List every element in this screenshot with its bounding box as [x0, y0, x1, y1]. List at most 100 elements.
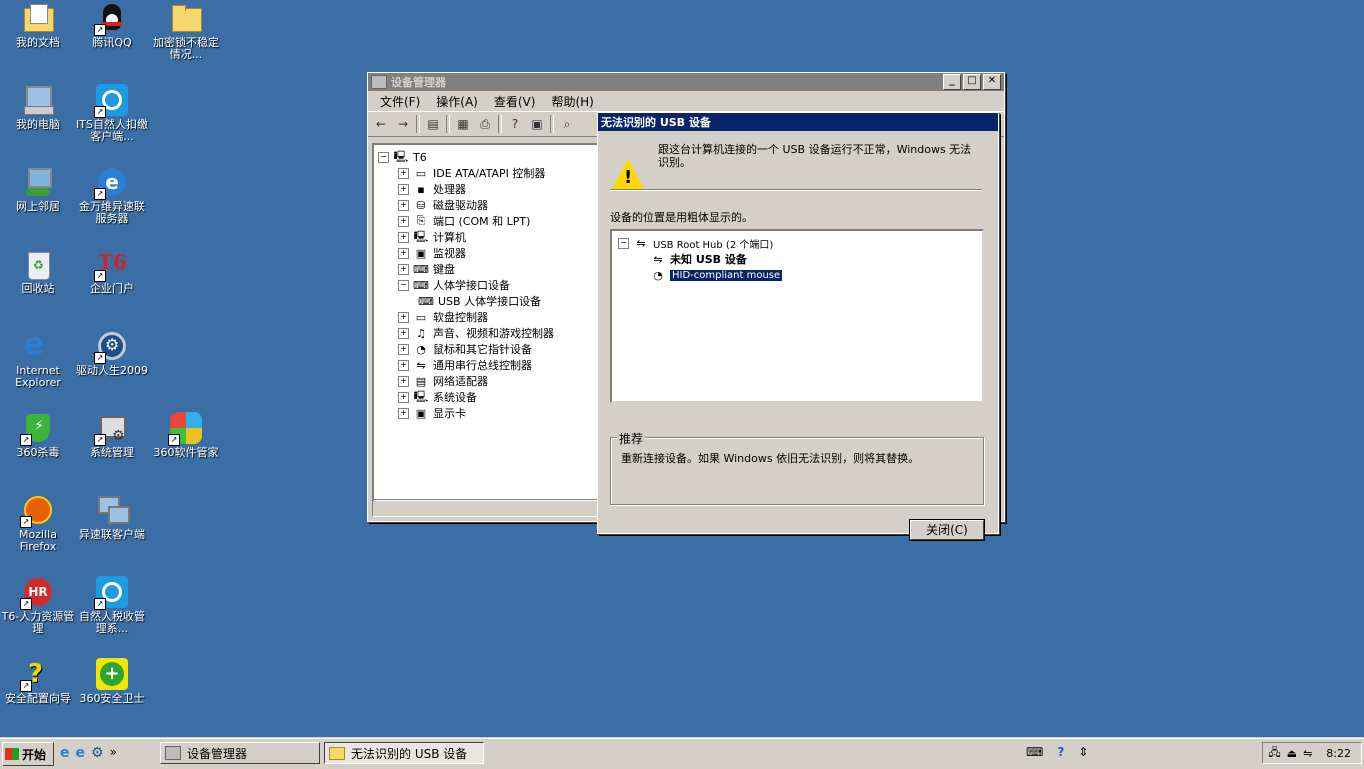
expand-icon[interactable]: +	[398, 247, 409, 259]
safely-remove-hardware-icon[interactable]: ⏏	[1287, 747, 1297, 760]
expand-icon[interactable]: +	[398, 343, 409, 355]
driver-quicklaunch-icon[interactable]: ⚙	[91, 745, 104, 761]
network-adapter-icon: ▤	[415, 374, 427, 388]
tree-item[interactable]: + ⌨ 键盘	[378, 261, 602, 277]
keyboard-icon[interactable]: ⌨	[1026, 745, 1043, 759]
tree-item[interactable]: + ♫ 声音、视频和游戏控制器	[378, 325, 602, 341]
recommend-text: 重新连接设备。如果 Windows 依旧无法识别，则将其替换。	[621, 452, 920, 465]
quicklaunch-more-icon[interactable]: »	[110, 745, 117, 761]
ie-quicklaunch-icon[interactable]: e	[60, 745, 70, 761]
start-button[interactable]: 开始	[2, 742, 54, 766]
desktop-icon-360-software[interactable]: ↗ 360软件管家	[148, 412, 224, 459]
tree-item[interactable]: + ⎘ 端口 (COM 和 LPT)	[378, 213, 602, 229]
tree-item[interactable]: + ▭ IDE ATA/ATAPI 控制器	[378, 165, 602, 181]
help-icon[interactable]: ?	[506, 115, 524, 133]
menu-file[interactable]: 文件(F)	[372, 93, 428, 110]
show-hide-tree-icon[interactable]: ▤	[424, 115, 442, 133]
ie-quicklaunch-icon-2[interactable]: e	[76, 745, 86, 761]
collapse-icon[interactable]: −	[378, 151, 389, 163]
menu-view[interactable]: 查看(V)	[486, 93, 544, 110]
properties-icon[interactable]: ▦	[454, 115, 472, 133]
help-circle-icon[interactable]: ?	[1057, 745, 1064, 759]
menu-help[interactable]: 帮助(H)	[543, 93, 601, 110]
qq-penguin-icon: ↗	[94, 2, 128, 36]
recommend-groupbox: 推荐 重新连接设备。如果 Windows 依旧无法识别，则将其替换。	[610, 430, 984, 505]
desktop-icon-its[interactable]: ↗ ITS自然人扣缴客户端...	[74, 84, 150, 143]
desktop-icon-internet-explorer[interactable]: e Internet Explorer	[0, 330, 76, 389]
expand-icon[interactable]: +	[398, 359, 409, 371]
tree-usb-hub[interactable]: − ⇋ USB Root Hub (2 个端口)	[618, 235, 773, 251]
view-icon[interactable]: ▣	[528, 115, 546, 133]
tree-item[interactable]: ⌨ USB 人体学接口设备	[378, 293, 602, 309]
desktop-icon-my-documents[interactable]: 我的文档	[0, 2, 76, 49]
expand-icon[interactable]: +	[398, 391, 409, 403]
expand-icon[interactable]: +	[398, 199, 409, 211]
desktop-icon-natural-person-tax[interactable]: ↗ 自然人税收管理系...	[74, 576, 150, 635]
tree-item[interactable]: + ▪ 处理器	[378, 181, 602, 197]
desktop-icon-network[interactable]: 网上邻居	[0, 166, 76, 213]
close-button[interactable]: ✕	[983, 74, 1001, 90]
collapse-icon[interactable]: −	[398, 279, 409, 291]
print-icon[interactable]: ⎙	[476, 115, 494, 133]
close-dialog-button[interactable]: 关闭(C)	[910, 520, 984, 540]
tree-hid-mouse[interactable]: ◔ HID-compliant mouse	[650, 267, 784, 283]
desktop-icon-system-manage[interactable]: ⚙ ↗ 系统管理	[74, 412, 150, 459]
usb-icon: ⇋	[416, 358, 426, 372]
desktop-icon-qq[interactable]: ↗ 腾讯QQ	[74, 2, 150, 49]
tree-item[interactable]: + ▤ 网络适配器	[378, 373, 602, 389]
desktop-icon-recycle-bin[interactable]: ♻ 回收站	[0, 248, 76, 295]
minimize-button[interactable]: _	[943, 74, 961, 90]
desktop-icon-driver-genius[interactable]: ⚙ ↗ 驱动人生2009	[74, 330, 150, 377]
tree-root[interactable]: − 🖳 T6	[378, 149, 602, 165]
usb-location-tree[interactable]: − ⇋ USB Root Hub (2 个端口) ⇋ 未知 USB 设备 ◔ H…	[610, 229, 984, 403]
taskbar-device-manager[interactable]: 设备管理器	[160, 742, 320, 764]
expand-icon[interactable]: +	[398, 215, 409, 227]
forward-arrow-icon[interactable]: →	[394, 115, 412, 133]
usb-tray-icon[interactable]: ⇋	[1303, 747, 1312, 760]
desktop-icon-t6-hr[interactable]: HR ↗ T6-人力资源管理	[0, 576, 76, 635]
dialog-divider	[610, 189, 982, 191]
dialog-titlebar[interactable]: 无法识别的 USB 设备	[598, 113, 998, 131]
device-tree[interactable]: − 🖳 T6 + ▭ IDE ATA/ATAPI 控制器 + ▪ 处理器 + ⛁ 磁盘驱动器 + ⎘…	[372, 143, 604, 503]
menu-action[interactable]: 操作(A)	[428, 93, 486, 110]
scan-hardware-icon[interactable]: ⌕	[558, 115, 576, 133]
expand-icon[interactable]: +	[398, 375, 409, 387]
collapse-icon[interactable]: −	[618, 237, 629, 249]
tree-item[interactable]: + 🖳 系统设备	[378, 389, 602, 405]
desktop-icon-enterprise-portal[interactable]: T6 ↗ 企业门户	[74, 248, 150, 295]
expand-icon[interactable]: ⇕	[1078, 745, 1088, 759]
device-manager-titlebar[interactable]: 设备管理器 _ □ ✕	[368, 73, 1004, 91]
tree-item[interactable]: + ⇋ 通用串行总线控制器	[378, 357, 602, 373]
tree-item[interactable]: + 🖳 计算机	[378, 229, 602, 245]
clock[interactable]: 8:22	[1326, 747, 1351, 760]
tree-item[interactable]: + ▣ 监视器	[378, 245, 602, 261]
desktop-icon-my-computer[interactable]: 我的电脑	[0, 84, 76, 131]
tree-item[interactable]: − ⌨ 人体学接口设备	[378, 277, 602, 293]
expand-icon[interactable]: +	[398, 231, 409, 243]
expand-icon[interactable]: +	[398, 407, 409, 419]
desktop-icon-360-safe[interactable]: + 360安全卫士	[74, 658, 150, 705]
desktop-icon-jwweb-server[interactable]: e ↗ 金万维异速联服务器	[74, 166, 150, 225]
jwweb-server-icon: e ↗	[94, 166, 128, 200]
expand-icon[interactable]: +	[398, 327, 409, 339]
expand-icon[interactable]: +	[398, 183, 409, 195]
tree-item[interactable]: + ▣ 显示卡	[378, 405, 602, 421]
expand-icon[interactable]: +	[398, 263, 409, 275]
desktop-icon-firefox[interactable]: ↗ Mozilla Firefox	[0, 494, 76, 553]
expand-icon[interactable]: +	[398, 167, 409, 179]
jwweb-client-icon	[96, 494, 130, 526]
tree-unknown-device[interactable]: ⇋ 未知 USB 设备	[650, 251, 747, 267]
usb-dialog-window[interactable]: 无法识别的 USB 设备 ! 跟这台计算机连接的一个 USB 设备运行不正常，W…	[597, 112, 999, 540]
tree-item[interactable]: + ⛁ 磁盘驱动器	[378, 197, 602, 213]
tree-item[interactable]: + ◔ 鼠标和其它指针设备	[378, 341, 602, 357]
expand-icon[interactable]: +	[398, 311, 409, 323]
desktop-icon-360-antivirus[interactable]: ⚡ ↗ 360杀毒	[0, 412, 76, 459]
network-tray-icon[interactable]: 🖧	[1268, 744, 1280, 763]
taskbar-usb-dialog[interactable]: 无法识别的 USB 设备	[324, 742, 484, 764]
back-arrow-icon[interactable]: ←	[372, 115, 390, 133]
desktop-icon-security-wizard[interactable]: ? ↗ 安全配置向导	[0, 658, 76, 705]
desktop-icon-jwweb-client[interactable]: 异速联客户端	[74, 494, 150, 541]
desktop-icon-dongle-folder[interactable]: 加密锁不稳定情况...	[148, 2, 224, 61]
tree-item[interactable]: + ▭ 软盘控制器	[378, 309, 602, 325]
maximize-button[interactable]: □	[963, 74, 981, 90]
